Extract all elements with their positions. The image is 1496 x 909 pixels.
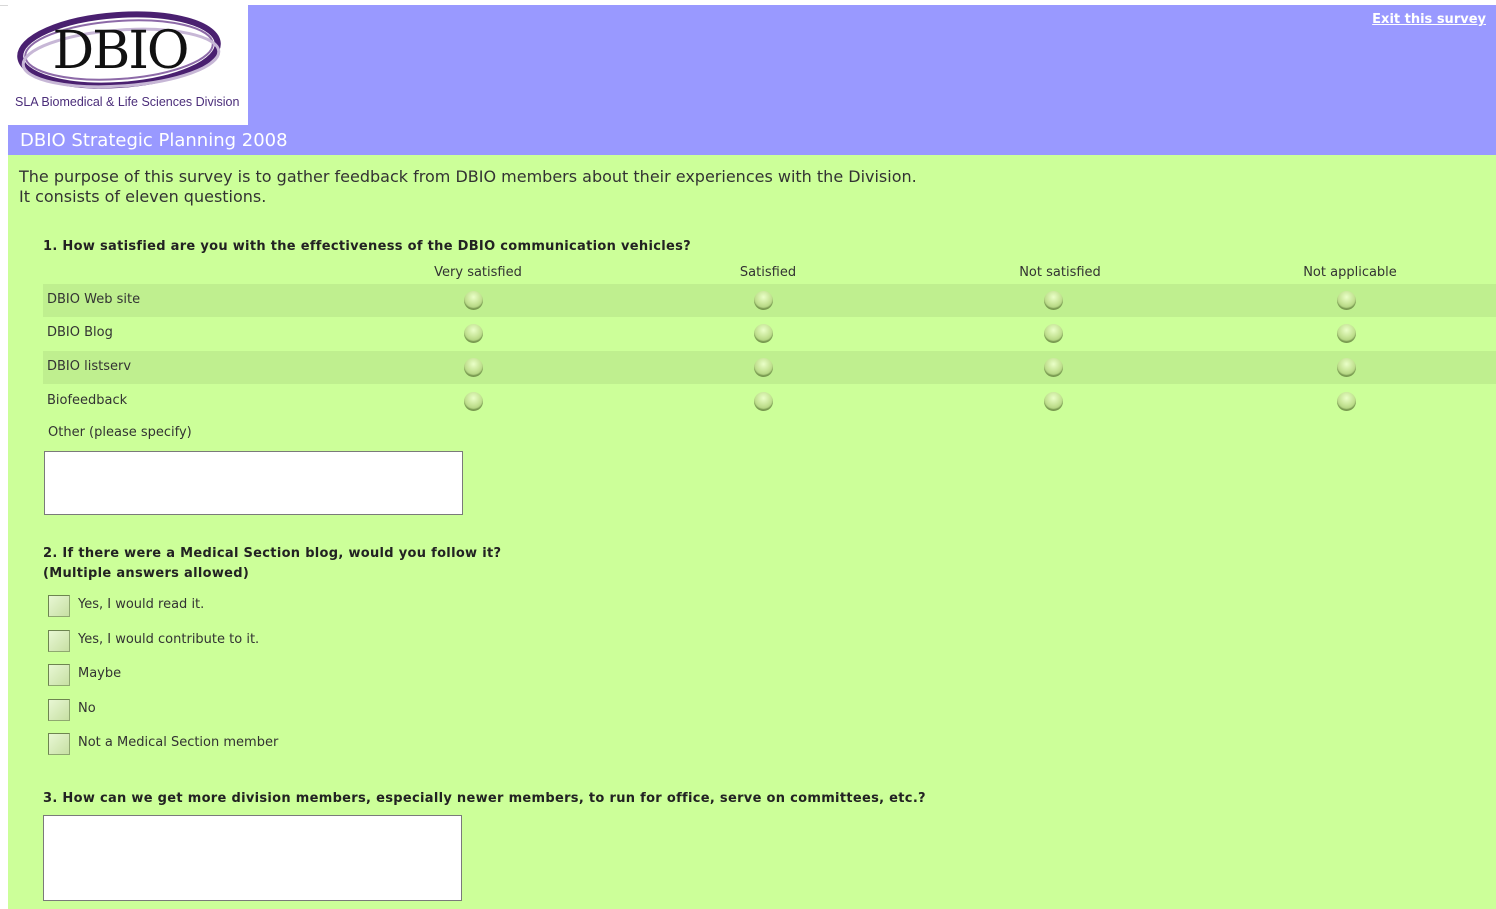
- other-specify-label: Other (please specify): [48, 425, 192, 440]
- radio-not-satisfied[interactable]: [1044, 392, 1063, 411]
- survey-page: DBIO SLA Biomedical & Life Sciences Divi…: [8, 5, 1496, 909]
- checkbox[interactable]: [48, 595, 70, 617]
- column-header-very-satisfied: Very satisfied: [434, 265, 522, 280]
- radio-very-satisfied[interactable]: [464, 324, 483, 343]
- column-header-not-applicable: Not applicable: [1303, 265, 1397, 280]
- question-2-line-2: (Multiple answers allowed): [43, 566, 250, 581]
- question-1-text: 1. How satisfied are you with the effect…: [43, 239, 691, 254]
- row-label: DBIO Web site: [47, 292, 141, 307]
- row-label: Biofeedback: [47, 393, 128, 408]
- survey-title: DBIO Strategic Planning 2008: [20, 130, 288, 151]
- survey-content: The purpose of this survey is to gather …: [8, 155, 1496, 909]
- radio-satisfied[interactable]: [754, 324, 773, 343]
- dbio-logo: DBIO SLA Biomedical & Life Sciences Divi…: [8, 5, 248, 125]
- intro-text: The purpose of this survey is to gather …: [19, 167, 917, 207]
- radio-satisfied[interactable]: [754, 358, 773, 377]
- checkbox[interactable]: [48, 630, 70, 652]
- column-header-not-satisfied: Not satisfied: [1019, 265, 1101, 280]
- radio-very-satisfied[interactable]: [464, 392, 483, 411]
- exit-survey-link[interactable]: Exit this survey: [1372, 12, 1486, 27]
- radio-very-satisfied[interactable]: [464, 291, 483, 310]
- checkbox[interactable]: [48, 699, 70, 721]
- logo-graphic: DBIO SLA Biomedical & Life Sciences Divi…: [15, 11, 239, 109]
- option-label: Maybe: [78, 666, 122, 681]
- column-header-satisfied: Satisfied: [739, 265, 797, 280]
- radio-very-satisfied[interactable]: [464, 358, 483, 377]
- row-label: DBIO listserv: [47, 359, 132, 374]
- question-3-textbox[interactable]: [43, 815, 462, 901]
- intro-line-2: It consists of eleven questions.: [19, 187, 267, 206]
- option-label: Yes, I would read it.: [78, 597, 205, 612]
- matrix-row-listserv: DBIO listserv: [43, 351, 1496, 384]
- radio-satisfied[interactable]: [754, 392, 773, 411]
- question-2-line-1: 2. If there were a Medical Section blog,…: [43, 546, 502, 561]
- row-label: DBIO Blog: [47, 325, 113, 340]
- radio-not-applicable[interactable]: [1337, 358, 1356, 377]
- logo-tagline: SLA Biomedical & Life Sciences Division: [15, 95, 239, 109]
- logo-wordmark: DBIO: [52, 21, 187, 81]
- matrix-row-biofeedback: Biofeedback: [43, 385, 1496, 418]
- intro-line-1: The purpose of this survey is to gather …: [19, 167, 917, 186]
- radio-satisfied[interactable]: [754, 291, 773, 310]
- radio-not-applicable[interactable]: [1337, 324, 1356, 343]
- radio-not-satisfied[interactable]: [1044, 324, 1063, 343]
- option-label: No: [78, 701, 96, 716]
- checkbox[interactable]: [48, 664, 70, 686]
- matrix-row-web-site: DBIO Web site: [43, 284, 1496, 317]
- radio-not-satisfied[interactable]: [1044, 291, 1063, 310]
- radio-not-satisfied[interactable]: [1044, 358, 1063, 377]
- checkbox[interactable]: [48, 733, 70, 755]
- radio-not-applicable[interactable]: [1337, 291, 1356, 310]
- radio-not-applicable[interactable]: [1337, 392, 1356, 411]
- title-bar: DBIO Strategic Planning 2008: [8, 125, 1496, 155]
- option-label: Not a Medical Section member: [78, 735, 279, 750]
- question-2-text: 2. If there were a Medical Section blog,…: [43, 544, 501, 584]
- option-label: Yes, I would contribute to it.: [78, 632, 260, 647]
- matrix-row-blog: DBIO Blog: [43, 317, 1496, 350]
- other-specify-textbox[interactable]: [44, 451, 463, 515]
- question-3-text: 3. How can we get more division members,…: [43, 791, 926, 806]
- survey-header: DBIO SLA Biomedical & Life Sciences Divi…: [8, 5, 1496, 125]
